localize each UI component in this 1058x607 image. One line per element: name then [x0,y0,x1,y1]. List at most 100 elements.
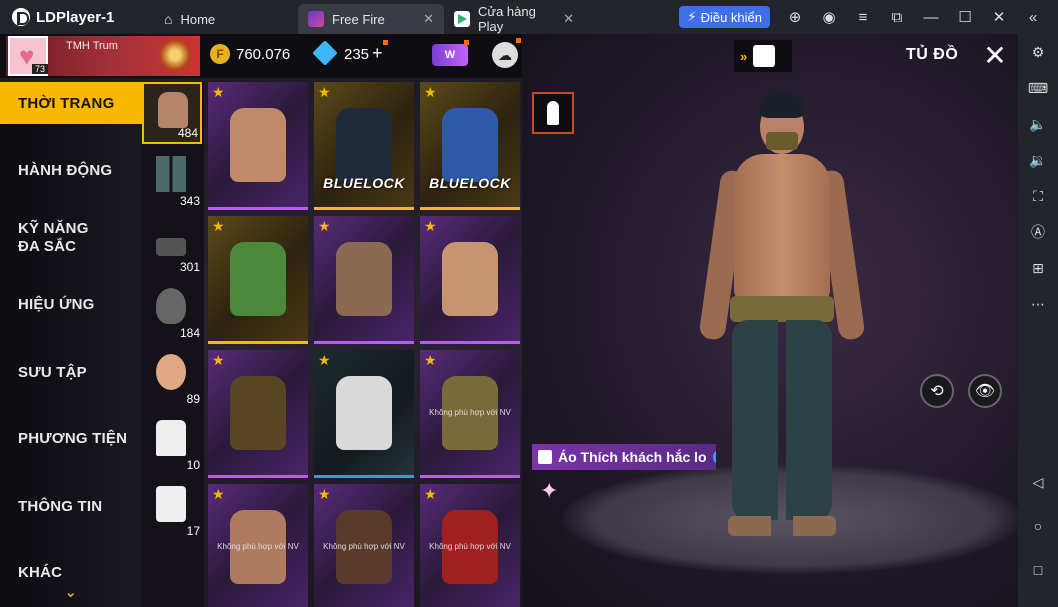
nav-item-hieu-ung[interactable]: HIỆU ỨNG [0,296,142,313]
category-head[interactable]: 89 [142,346,202,408]
category-count: 301 [179,260,200,274]
minimize-icon[interactable]: — [914,2,948,32]
category-pants[interactable]: 343 [142,148,202,210]
item-card[interactable]: ★ [208,350,308,478]
notification-dot [464,40,469,45]
category-info[interactable]: 17 [142,478,202,540]
outfit-icon [156,420,186,456]
add-apk-icon[interactable]: ⊞ [1028,258,1048,278]
item-card[interactable]: ★ Không phù hợp với NV [420,484,520,607]
star-icon: ★ [212,486,225,502]
item-card[interactable]: ★ Không phù hợp với NV [314,484,414,607]
item-note: Không phù hợp với NV [217,542,299,551]
volume-up-icon[interactable]: 🔈 [1028,114,1048,134]
category-count: 89 [186,392,200,406]
menu-icon[interactable]: ≡ [846,2,880,32]
item-label: BLUELOCK [429,175,511,191]
category-column: 484 343 301 184 89 10 17 [142,82,204,607]
shirt-icon [538,450,552,464]
wallet-button[interactable]: W [432,44,468,66]
back-icon[interactable]: ◁ [1028,472,1048,492]
item-card[interactable]: ★ [208,82,308,210]
item-thumbnail [230,242,286,316]
operation-record-icon[interactable]: Ⓐ [1028,222,1048,242]
gamepad-icon[interactable]: ⊕ [778,2,812,32]
star-icon: ★ [212,84,225,100]
character-model[interactable] [698,88,866,558]
close-tab-icon[interactable]: ✕ [563,11,574,27]
category-outfit[interactable]: 10 [142,412,202,474]
head-icon [156,354,186,390]
pants-icon [156,156,186,192]
item-note: Không phù hợp với NV [429,408,511,417]
account-icon[interactable]: ◉ [812,2,846,32]
settings-gear-icon[interactable]: ⚙ [1028,42,1048,62]
gift-icon[interactable]: ☁ [492,42,518,68]
sparkle-icon[interactable]: ✦ [540,478,576,508]
game-screen: 73 TMH Trum F 760.076 235 + W ☁ THỜI TRA… [0,34,1018,607]
item-thumbnail [230,376,286,450]
nav-item-thoi-trang[interactable]: THỜI TRANG [0,82,150,124]
tab-home-label: Home [180,11,216,27]
selected-item-tag[interactable]: Áo Thích khách hắc lo ♂ [532,444,716,470]
item-card[interactable]: ★ Không phù hợp với NV [208,484,308,607]
recent-apps-icon[interactable]: □ [1028,560,1048,580]
nav-item-ky-nang-da-sac[interactable]: KỸ NĂNG ĐA SẮC [0,220,110,256]
tab-free-fire[interactable]: Free Fire ✕ [298,4,444,34]
add-diamond-button[interactable]: + [372,43,383,64]
nav-item-thong-tin[interactable]: THÔNG TIN [0,498,142,515]
nav-item-hanh-dong[interactable]: HÀNH ĐỘNG [0,162,142,179]
close-icon[interactable]: ✕ [978,38,1012,72]
app-title: LDPlayer-1 [36,8,115,26]
diamond-icon [312,40,338,66]
item-card[interactable]: ★ BLUELOCK [420,82,520,210]
item-thumbnail [336,376,392,450]
ldplayer-logo-icon [12,8,30,26]
close-window-icon[interactable]: ✕ [982,2,1016,32]
item-card[interactable]: ★ [314,350,414,478]
mannequin-button[interactable] [532,92,574,134]
nav-item-khac[interactable]: KHÁC [0,564,142,581]
item-card[interactable]: ★ Không phù hợp với NV [420,350,520,478]
tab-play-store[interactable]: Cửa hàng Play ✕ [444,4,584,34]
character-preview: » TỦ ĐỒ ✕ ⟲ 👁 Áo Thích khách hắc lo ♂ [522,34,1018,607]
category-mask[interactable]: 184 [142,280,202,342]
tab-free-fire-label: Free Fire [332,11,385,27]
scroll-down-chevron-icon[interactable]: ⌄ [64,582,77,602]
star-icon: ★ [424,352,437,368]
restore-window-icon[interactable]: ⧉ [880,2,914,32]
rotate-phone-icon[interactable]: ⟲ [920,374,954,408]
mask-icon [156,288,186,324]
category-shoes[interactable]: 301 [142,214,202,276]
category-tops[interactable]: 484 [142,82,202,144]
view-character-icon[interactable]: 👁 [968,374,1002,408]
category-count: 343 [179,194,200,208]
item-card[interactable]: ★ [208,216,308,344]
preview-toggle-button[interactable]: » [734,40,792,72]
wardrobe-nav: THỜI TRANG HÀNH ĐỘNG KỸ NĂNG ĐA SẮC HIỆU… [0,82,150,607]
volume-down-icon[interactable]: 🔉 [1028,150,1048,170]
collapse-sidebar-icon[interactable]: « [1016,2,1050,32]
maximize-icon[interactable]: ☐ [948,2,982,32]
tab-home[interactable]: ⌂ Home [150,4,298,34]
shoes-icon [156,238,186,256]
category-count: 484 [177,126,198,140]
nav-item-suu-tap[interactable]: SƯU TẬP [0,364,142,381]
more-icon[interactable]: ⋯ [1028,294,1048,314]
male-icon: ♂ [712,449,716,465]
item-thumbnail [230,108,286,182]
keyboard-icon[interactable]: ⌨ [1028,78,1048,98]
diamond-amount: 235 [344,46,370,63]
control-button[interactable]: ⚡ Điều khiển [679,6,770,28]
player-profile[interactable]: 73 TMH Trum [6,36,200,76]
item-card[interactable]: ★ [420,216,520,344]
nav-item-phuong-tien[interactable]: PHƯƠNG TIỆN [0,430,142,447]
item-card[interactable]: ★ [314,216,414,344]
screenshot-icon[interactable]: ⛶ [1028,186,1048,206]
home-circle-icon[interactable]: ○ [1028,516,1048,536]
info-icon [156,486,186,522]
item-note: Không phù hợp với NV [323,542,405,551]
item-card[interactable]: ★ BLUELOCK [314,82,414,210]
game-top-bar: 73 TMH Trum F 760.076 235 + W ☁ [0,34,540,78]
close-tab-icon[interactable]: ✕ [423,11,434,27]
